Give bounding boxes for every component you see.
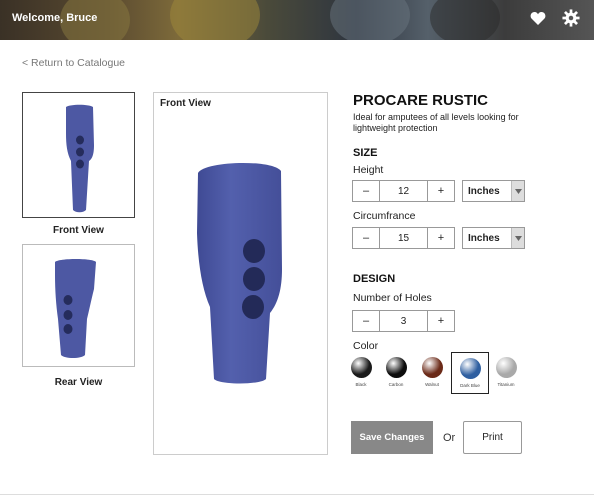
height-increment-button[interactable]: + <box>427 181 454 201</box>
color-swatch-label: Titanium <box>497 382 515 387</box>
number-of-holes-label: Number of Holes <box>353 292 432 304</box>
holes-increment-button[interactable]: + <box>427 311 454 331</box>
color-swatch-dark-blue[interactable]: Dark Blue <box>451 352 489 394</box>
header-background <box>430 0 500 40</box>
front-view-thumbnail-image <box>66 104 94 213</box>
color-swatch-circle <box>421 357 443 378</box>
holes-value[interactable]: 3 <box>380 311 427 331</box>
return-to-catalogue-link[interactable]: < Return to Catalogue <box>22 57 125 69</box>
color-swatch-titanium[interactable]: Titanium <box>487 352 525 394</box>
color-swatch-label: Black <box>355 382 367 387</box>
circumference-value[interactable]: 15 <box>380 228 427 248</box>
height-value[interactable]: 12 <box>380 181 427 201</box>
header-bar: Welcome, Bruce <box>0 0 594 40</box>
height-stepper: – 12 + <box>352 180 455 202</box>
color-swatch-carbon[interactable]: Carbon <box>377 352 415 394</box>
color-swatch-label: Carbon <box>388 382 404 387</box>
height-unit-value: Inches <box>468 185 500 197</box>
print-button[interactable]: Print <box>463 421 522 454</box>
color-swatch-circle <box>385 357 407 378</box>
rear-view-thumbnail-image <box>55 259 96 358</box>
or-text: Or <box>443 432 456 444</box>
main-product-view: Front View <box>153 92 328 455</box>
height-unit-select[interactable]: Inches <box>462 180 525 202</box>
size-section-title: SIZE <box>353 147 378 159</box>
heart-icon[interactable] <box>530 11 546 26</box>
chevron-down-icon <box>511 181 524 201</box>
color-swatch-label: Dark Blue <box>460 383 480 388</box>
rear-view-label: Rear View <box>54 377 103 388</box>
gear-icon[interactable] <box>562 9 580 27</box>
color-swatch-label: Walnut <box>425 382 439 387</box>
circumference-stepper: – 15 + <box>352 227 455 249</box>
circumference-decrement-button[interactable]: – <box>353 228 380 248</box>
circumference-label: Circumfrance <box>353 210 416 222</box>
color-swatch-walnut[interactable]: Walnut <box>413 352 451 394</box>
holes-decrement-button[interactable]: – <box>353 311 380 331</box>
save-changes-button[interactable]: Save Changes <box>351 421 433 454</box>
circumference-unit-value: Inches <box>468 232 500 244</box>
holes-stepper: – 3 + <box>352 310 455 332</box>
height-decrement-button[interactable]: – <box>353 181 380 201</box>
product-render <box>197 162 282 384</box>
color-swatch-circle <box>495 357 517 378</box>
header-background <box>330 0 410 40</box>
color-swatch-circle <box>350 357 372 378</box>
circumference-increment-button[interactable]: + <box>427 228 454 248</box>
front-view-thumbnail[interactable] <box>22 92 135 218</box>
height-label: Height <box>353 164 384 176</box>
front-view-label: Front View <box>53 225 104 236</box>
bottom-divider <box>0 494 594 495</box>
circumference-unit-select[interactable]: Inches <box>462 227 525 249</box>
color-swatch-black[interactable]: Black <box>342 352 380 394</box>
chevron-down-icon <box>511 228 524 248</box>
color-label: Color <box>353 340 379 352</box>
rear-view-thumbnail[interactable] <box>22 244 135 367</box>
product-title: PROCARE RUSTIC <box>353 92 489 109</box>
header-background <box>170 0 260 40</box>
product-description: Ideal for amputees of all levels looking… <box>353 112 519 133</box>
welcome-text: Welcome, Bruce <box>12 12 98 24</box>
color-swatch-circle <box>459 358 481 379</box>
design-section-title: DESIGN <box>353 273 396 285</box>
